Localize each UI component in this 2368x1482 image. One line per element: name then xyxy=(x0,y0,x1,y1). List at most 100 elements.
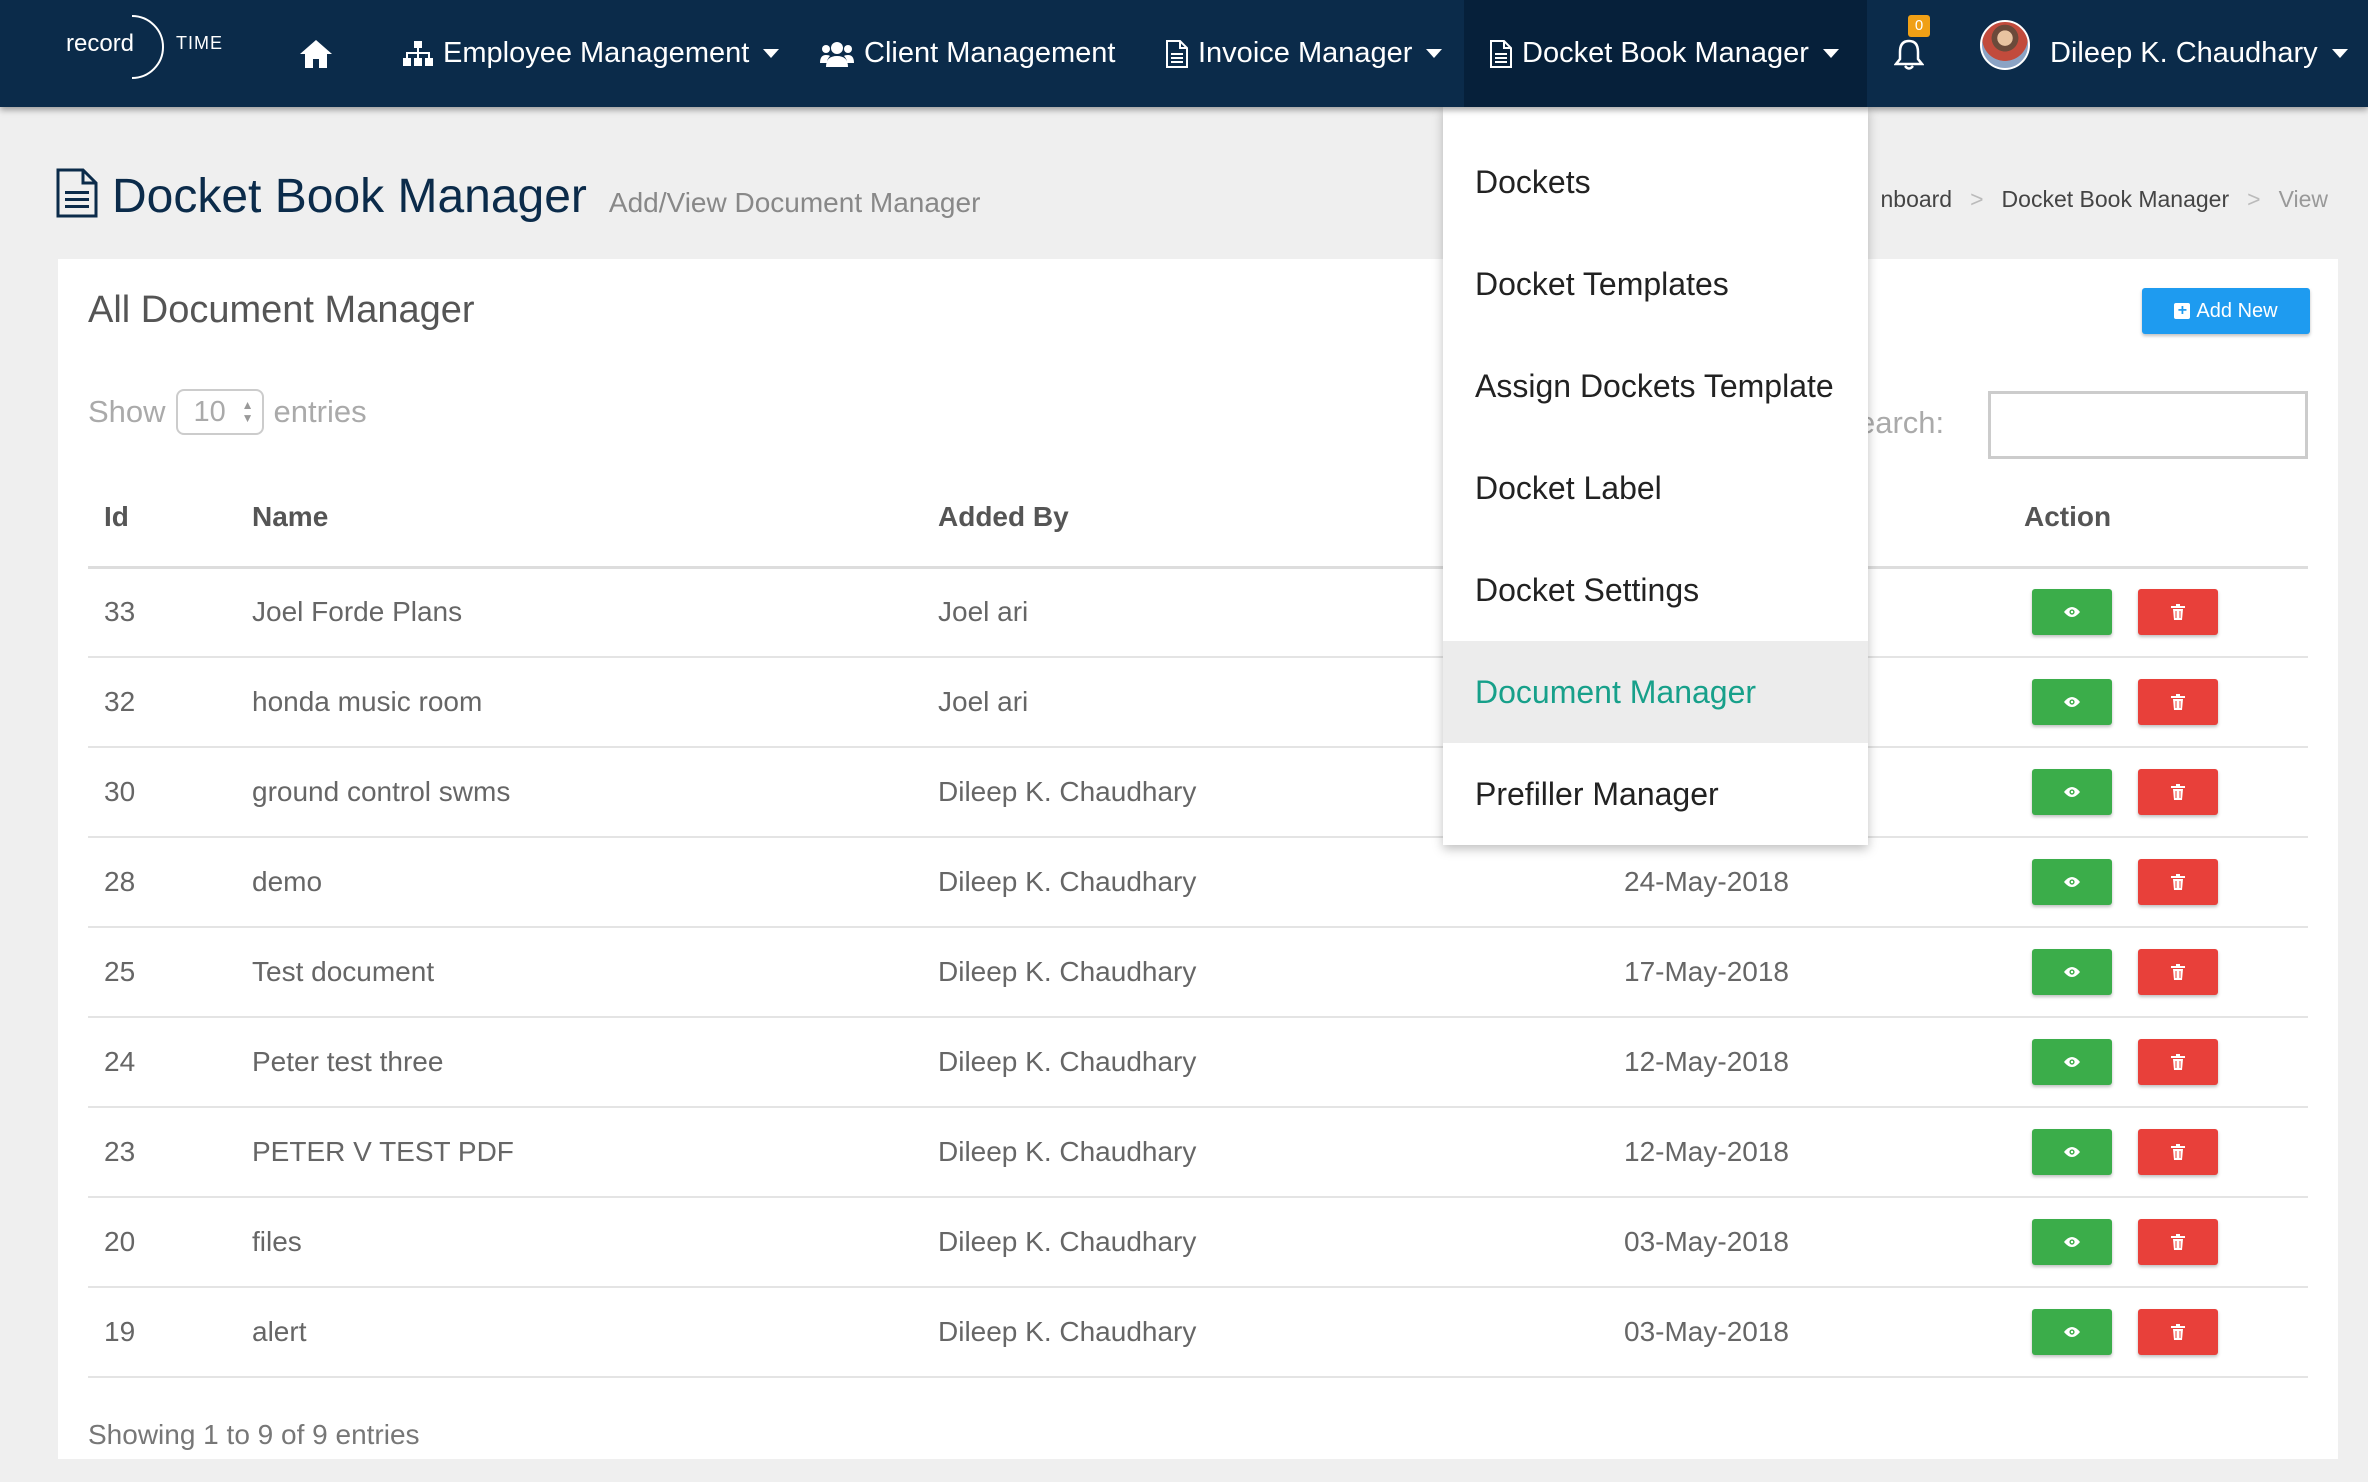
breadcrumb-view: View xyxy=(2278,186,2328,212)
table-row: 20 files Dileep K. Chaudhary 03-May-2018 xyxy=(88,1197,2308,1288)
user-avatar[interactable] xyxy=(1980,20,2030,70)
table-row: 25 Test document Dileep K. Chaudhary 17-May… xyxy=(88,927,2308,1018)
page-header: Docket Book Manager Add/View Document Ma… xyxy=(56,162,980,224)
view-button[interactable] xyxy=(2032,859,2112,905)
cell-name: Test document xyxy=(236,927,922,1018)
nav-invoice-manager[interactable]: Invoice Manager xyxy=(1166,0,1443,107)
view-button[interactable] xyxy=(2032,679,2112,725)
breadcrumb-docket-book-manager[interactable]: Docket Book Manager xyxy=(2002,186,2230,212)
cell-date: 03-May-2018 xyxy=(1608,1197,2008,1288)
trash-icon xyxy=(2171,604,2185,621)
eye-icon xyxy=(2063,966,2081,978)
trash-icon xyxy=(2171,694,2185,710)
delete-button[interactable] xyxy=(2138,1039,2218,1085)
cell-id: 33 xyxy=(88,567,236,658)
view-button[interactable] xyxy=(2032,589,2112,636)
cell-action xyxy=(2008,1197,2308,1288)
delete-button[interactable] xyxy=(2138,1219,2218,1265)
trash-icon xyxy=(2171,1324,2185,1340)
page-subtitle: Add/View Document Manager xyxy=(608,187,981,218)
cell-date: 17-May-2018 xyxy=(1608,927,2008,1018)
cell-id: 19 xyxy=(88,1287,236,1378)
nav-client-management[interactable]: Client Management xyxy=(820,0,1115,107)
column-header-id[interactable]: Id xyxy=(88,469,236,569)
sitemap-icon xyxy=(403,40,433,67)
eye-icon xyxy=(2063,1236,2081,1248)
cell-date: 12-May-2018 xyxy=(1608,1017,2008,1108)
view-button[interactable] xyxy=(2032,1039,2112,1085)
select-arrows-icon: ▲ ▼ xyxy=(241,398,254,425)
menu-item-dockets[interactable]: Dockets xyxy=(1443,131,1868,233)
nav-employee-management[interactable]: Employee Management xyxy=(403,0,780,107)
column-header-name[interactable]: Name xyxy=(236,469,922,569)
nav-home[interactable] xyxy=(298,0,334,107)
menu-item-docket-label[interactable]: Docket Label xyxy=(1443,437,1868,539)
delete-button[interactable] xyxy=(2138,859,2218,905)
home-icon xyxy=(300,39,332,68)
cell-id: 20 xyxy=(88,1197,236,1288)
breadcrumb-dashboard[interactable]: nboard xyxy=(1880,186,1952,212)
cell-action xyxy=(2008,927,2308,1018)
brand-left: record xyxy=(66,30,135,57)
menu-item-prefiller-manager[interactable]: Prefiller Manager xyxy=(1443,743,1868,845)
page-size-select[interactable]: 10 ▲ ▼ xyxy=(175,389,264,435)
chevron-down-icon xyxy=(1822,49,1839,58)
menu-item-docket-templates[interactable]: Docket Templates xyxy=(1443,233,1868,335)
file-text-icon xyxy=(1490,39,1512,68)
table-row: 28 demo Dileep K. Chaudhary 24-May-2018 xyxy=(88,837,2308,928)
show-label: Show xyxy=(88,394,166,429)
brand-logo[interactable]: record TIME xyxy=(66,14,226,84)
delete-button[interactable] xyxy=(2138,949,2218,995)
menu-item-document-manager[interactable]: Document Manager xyxy=(1443,641,1868,743)
bell-icon xyxy=(1894,39,1924,70)
delete-button[interactable] xyxy=(2138,679,2218,725)
cell-id: 28 xyxy=(88,837,236,928)
cell-id: 24 xyxy=(88,1017,236,1108)
nav-employee-label: Employee Management xyxy=(443,37,750,69)
eye-icon xyxy=(2063,1146,2081,1158)
nav-docket-label: Docket Book Manager xyxy=(1522,37,1809,69)
file-text-icon xyxy=(56,168,98,223)
cell-action xyxy=(2008,1287,2308,1378)
view-button[interactable] xyxy=(2032,949,2112,995)
eye-icon xyxy=(2063,786,2081,798)
table-row: 24 Peter test three Dileep K. Chaudhary 12-… xyxy=(88,1017,2308,1108)
nav-docket-book-manager[interactable]: Docket Book Manager xyxy=(1464,0,1867,107)
menu-item-docket-settings[interactable]: Docket Settings xyxy=(1443,539,1868,641)
view-button[interactable] xyxy=(2032,1309,2112,1355)
trash-icon xyxy=(2171,1144,2185,1160)
cell-action xyxy=(2008,747,2308,838)
cell-name: Joel Forde Plans xyxy=(236,567,922,658)
trash-icon xyxy=(2171,784,2185,800)
chevron-down-icon xyxy=(1426,49,1443,58)
cell-id: 25 xyxy=(88,927,236,1018)
cell-added-by: Dileep K. Chaudhary xyxy=(922,1287,1608,1378)
chevron-down-icon xyxy=(2331,49,2348,58)
cell-added-by: Dileep K. Chaudhary xyxy=(922,1107,1608,1198)
cell-id: 23 xyxy=(88,1107,236,1198)
search-input[interactable] xyxy=(1988,391,2308,459)
nav-user-menu[interactable]: Dileep K. Chaudhary xyxy=(2050,0,2348,107)
nav-invoice-label: Invoice Manager xyxy=(1198,37,1413,69)
table-row: 19 alert Dileep K. Chaudhary 03-May-2018 xyxy=(88,1287,2308,1378)
delete-button[interactable] xyxy=(2138,769,2218,815)
view-button[interactable] xyxy=(2032,1129,2112,1175)
view-button[interactable] xyxy=(2032,1219,2112,1265)
view-button[interactable] xyxy=(2032,769,2112,815)
eye-icon xyxy=(2063,606,2081,618)
cell-action xyxy=(2008,1107,2308,1198)
cell-added-by: Dileep K. Chaudhary xyxy=(922,1197,1608,1288)
table-row: 23 PETER V TEST PDF Dileep K. Chaudhary 12-… xyxy=(88,1107,2308,1198)
cell-added-by: Dileep K. Chaudhary xyxy=(922,837,1608,928)
delete-button[interactable] xyxy=(2138,1309,2218,1355)
add-new-button[interactable]: + Add New xyxy=(2142,288,2310,334)
top-navbar: record TIME Employee Management Client M… xyxy=(0,0,2368,107)
cell-id: 30 xyxy=(88,747,236,838)
delete-button[interactable] xyxy=(2138,1129,2218,1175)
cell-action xyxy=(2008,567,2308,658)
cell-action xyxy=(2008,1017,2308,1108)
document-manager-panel: All Document Manager + Add New Show 10 ▲… xyxy=(58,259,2338,1459)
menu-item-assign-dockets-template[interactable]: Assign Dockets Template xyxy=(1443,335,1868,437)
chevron-down-icon xyxy=(763,49,780,58)
delete-button[interactable] xyxy=(2138,589,2218,636)
